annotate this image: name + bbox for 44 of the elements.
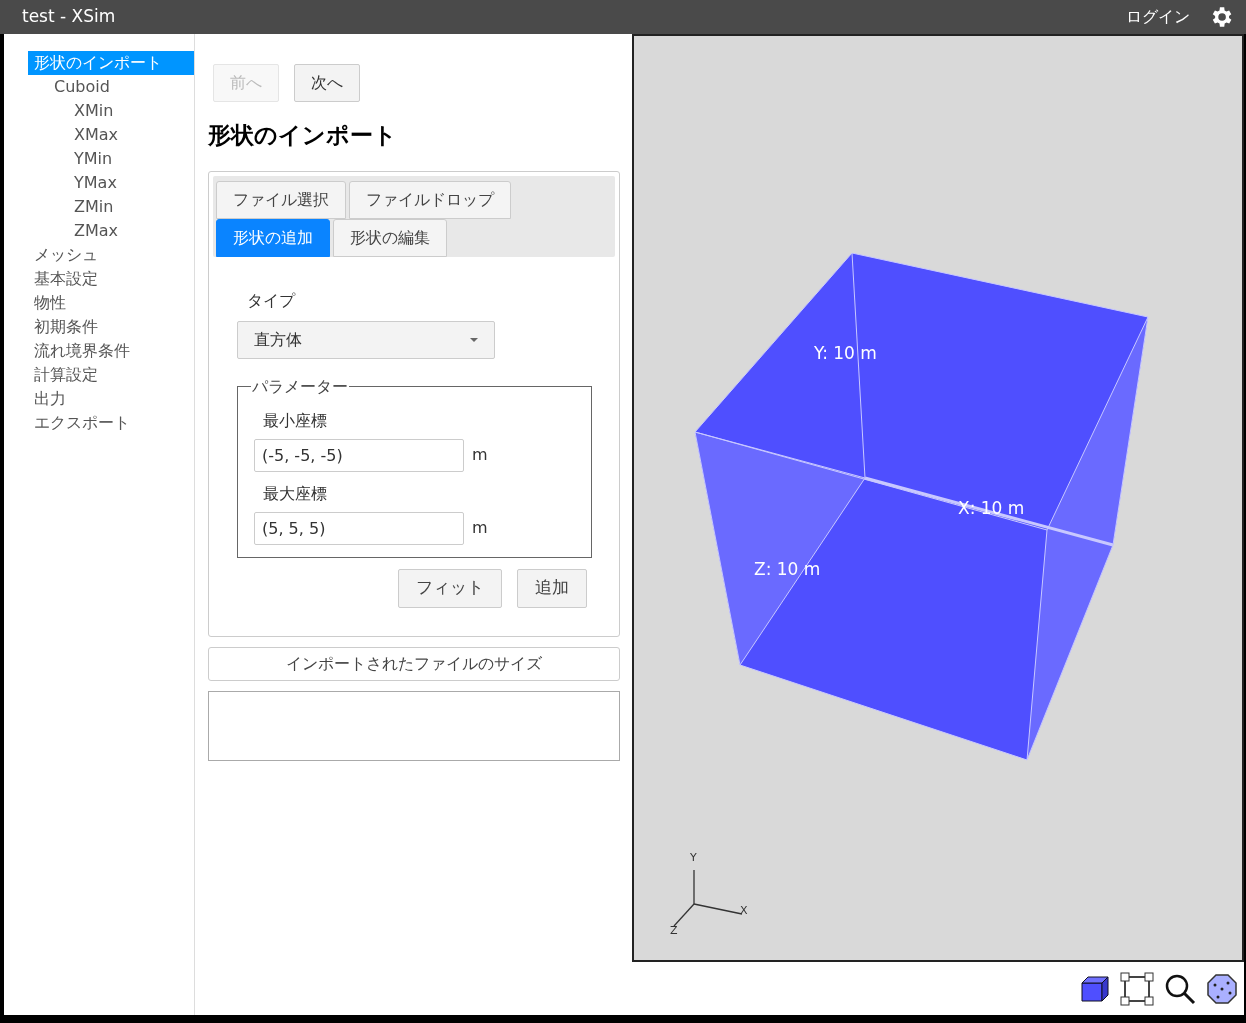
sidebar-item[interactable]: ZMax	[28, 219, 194, 243]
axis-label: X	[740, 905, 748, 916]
field-label: 最大座標	[263, 482, 328, 505]
sidebar-item[interactable]: YMax	[28, 171, 194, 195]
tab[interactable]: 形状の編集	[333, 218, 447, 257]
sidebar-item[interactable]: メッシュ	[28, 243, 194, 267]
field-label: 最小座標	[263, 409, 328, 432]
sidebar-item[interactable]: エクスポート	[28, 411, 194, 435]
page-heading: 形状のインポート	[208, 121, 398, 150]
axis-label: Z	[670, 925, 678, 936]
login-link[interactable]: ログイン	[1126, 5, 1190, 29]
sidebar-item[interactable]: 初期条件	[28, 315, 194, 339]
search-icon[interactable]	[1164, 972, 1196, 1005]
parameter-legend: パラメーター	[251, 374, 349, 399]
file-size-header: インポートされたファイルのサイズ	[208, 646, 620, 681]
sidebar-item[interactable]: 計算設定	[28, 363, 194, 387]
sidebar-item[interactable]: Cuboid	[28, 75, 194, 99]
dimension-label: Z: 10 m	[754, 558, 821, 581]
sidebar-item[interactable]: 流れ境界条件	[28, 339, 194, 363]
sidebar-item[interactable]: 出力	[28, 387, 194, 411]
fit-view-icon[interactable]	[1120, 971, 1154, 1006]
sidebar-item[interactable]: XMin	[28, 99, 194, 123]
cube-view-icon[interactable]	[1080, 974, 1110, 1003]
caret-icon	[470, 337, 478, 342]
tab[interactable]: 形状の追加	[216, 218, 330, 257]
sidebar-item[interactable]: 基本設定	[28, 267, 194, 291]
dimension-label: Y: 10 m	[814, 342, 877, 365]
window-title: test - XSim	[22, 5, 117, 29]
tab[interactable]: ファイルドロップ	[349, 180, 511, 219]
coordinate-field[interactable]: (5, 5, 5)	[254, 511, 464, 545]
axis-label: Y	[690, 852, 697, 863]
coordinate-field[interactable]: (-5, -5, -5)	[254, 438, 464, 472]
unit-label: m	[472, 444, 488, 466]
type-label: タイプ	[247, 289, 297, 312]
sidebar-item[interactable]: ZMin	[28, 195, 194, 219]
fit-button[interactable]: フィット	[398, 568, 502, 608]
sidebar-item[interactable]: YMin	[28, 147, 194, 171]
next-button[interactable]: 次へ	[294, 64, 360, 102]
sidebar-item[interactable]: 物性	[28, 291, 194, 315]
tab[interactable]: ファイル選択	[216, 180, 346, 219]
sidebar-item[interactable]: XMax	[28, 123, 194, 147]
unit-label: m	[472, 517, 488, 539]
type-dropdown[interactable]: 直方体	[237, 320, 495, 359]
add-button[interactable]: 追加	[517, 568, 587, 608]
